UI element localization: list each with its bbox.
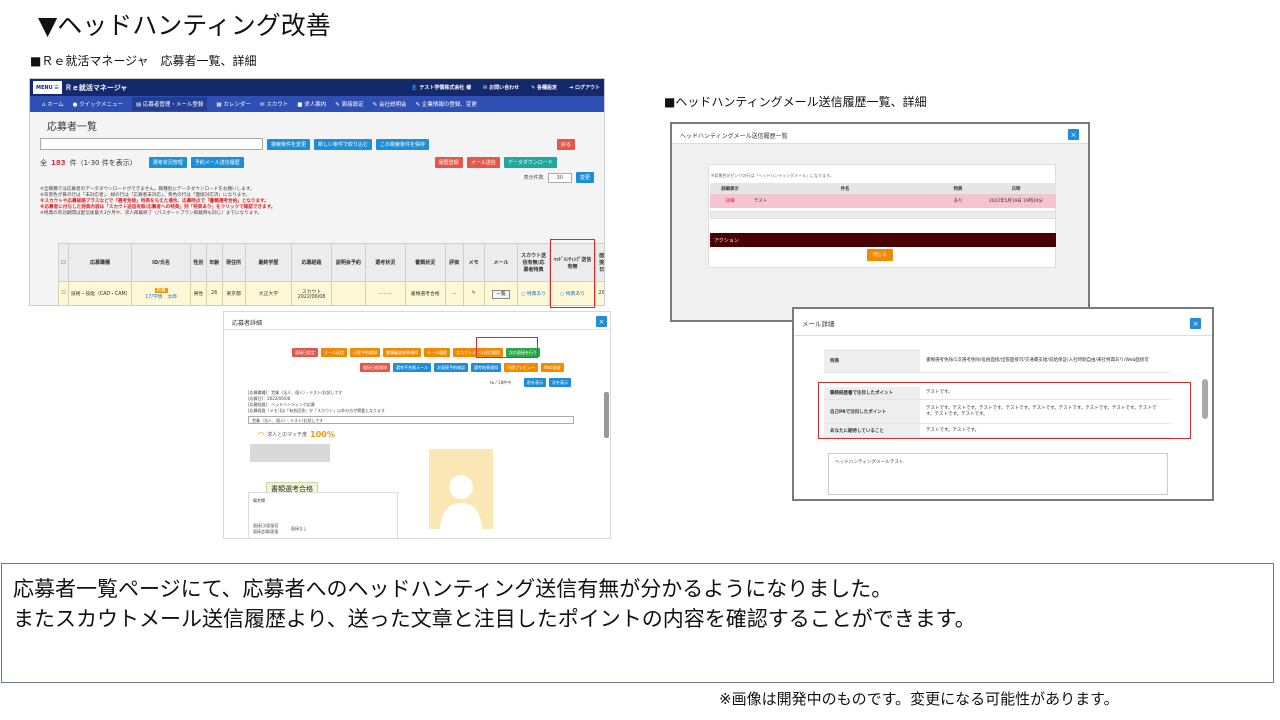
caption-line-1: 応募者一覧ページにて、応募者へのヘッドハンティング送信有無が分かるようになりまし…	[13, 577, 893, 601]
nav-quick-menu[interactable]: ● クイックメニュー	[73, 100, 123, 108]
table-header-row: ☐ 応募職種 ID/氏名 性別 年齢 現住所 最終学歴 応募経路 説明会予約 選…	[58, 243, 604, 282]
history-note: ※背景色がピンクの行は「ヘッドハンティングメール」になります。	[711, 173, 834, 178]
nav-seminar[interactable]: ✎ 会社説明会	[373, 100, 407, 108]
slide-title: ▼ヘッドハンティング改善	[38, 11, 331, 40]
select-all-checkbox[interactable]: ☐	[58, 243, 69, 282]
nav-calendar[interactable]: ▦ カレンダー	[216, 100, 250, 108]
detail-memo: [応募職種]：営業（法人、個人）・テスト/お試しです [応募日]：2022/06…	[248, 390, 385, 413]
page-title: 応募者一覧	[47, 122, 97, 133]
applicant-table: ☐ 応募職種 ID/氏名 性別 年齢 現住所 最終学歴 応募経路 説明会予約 選…	[58, 243, 604, 305]
row-checkbox[interactable]: ☐	[58, 281, 69, 305]
close-icon[interactable]: ×	[596, 316, 607, 327]
new-search-button[interactable]: 新しい条件で絞り込む	[314, 138, 373, 150]
menu-button[interactable]: MENU ☰	[33, 81, 62, 94]
headhunting-history-screenshot: ヘッドハンティングメール送信履歴一覧 × ※背景色がピンクの行は「ヘッドハンティ…	[670, 122, 1090, 322]
history-title: ヘッドハンティングメール送信履歴一覧	[672, 124, 1088, 144]
table-row[interactable]: ☐ 技術・技能（CAD・CAM） 新着 17/学情 太郎 男性 26 東京都 大正…	[58, 281, 604, 305]
mail-list-button[interactable]: 一覧	[492, 290, 510, 299]
scout-benefit-link[interactable]: ○ 特典あり	[517, 281, 550, 305]
detail-buttons-row2: 面接日程通知 選考不合格メール 次面接予約確認 選考結果通知 日程プレビュー W…	[360, 363, 564, 372]
logout-link[interactable]: ⇥ ログアウト	[569, 84, 600, 91]
horizontal-scrollbar[interactable]	[710, 211, 1056, 219]
top-bar: MENU ☰ Ｒｅ就活マネージャ 👤 テスト学情株式会社 様 ✉ お問い合わせ …	[30, 79, 604, 96]
mail-scrollbar[interactable]	[1202, 379, 1208, 419]
nav-applicant-management[interactable]: ▤ 応募者管理・メール登録	[131, 97, 208, 111]
save-search-button[interactable]: この検索条件を保存	[376, 138, 430, 150]
highlight-headhunting-column	[550, 239, 595, 308]
mail-body-textarea[interactable]: ヘッドハンティングメールテスト	[828, 453, 1168, 495]
nav-company-info[interactable]: ✎ 企業情報の登録、変更	[415, 100, 476, 108]
history-table: 詳細表示 件名 特典 日時 詳細 テスト あり 2022年5月19日 19時24…	[710, 183, 1056, 208]
nav-home[interactable]: ⌂ ホーム	[42, 100, 64, 108]
applicant-list-screenshot: MENU ☰ Ｒｅ就活マネージャ 👤 テスト学情株式会社 様 ✉ お問い合わせ …	[29, 78, 605, 306]
pager-text: № / 18件中	[490, 380, 512, 385]
change-search-button[interactable]: 検索条件を変更	[267, 138, 311, 150]
match-arc-icon: ◜◝	[258, 430, 265, 439]
per-page-row: 表示件数 30 変更	[40, 172, 594, 183]
applicant-detail-screenshot: 応募者詳細 × 面接日設定 メール送信 日程予約通知 書類審査結果通知 メール履…	[223, 311, 611, 539]
user-name: 👤 テスト学情株式会社 様	[411, 85, 472, 91]
selection-status-button[interactable]: 選考状況管理	[148, 157, 187, 168]
close-icon[interactable]: ×	[1068, 129, 1079, 140]
mail-detail-title: メール詳細	[794, 309, 1212, 336]
history-header-row: 詳細表示 件名 特典 日時	[710, 183, 1056, 194]
detail-scrollbar[interactable]	[604, 392, 609, 438]
back-button[interactable]: 戻る	[557, 138, 576, 150]
highlight-attention-points	[818, 382, 1191, 439]
per-page-select[interactable]: 30	[547, 172, 572, 183]
close-button[interactable]: 閉じる	[867, 249, 893, 261]
avatar	[429, 449, 493, 529]
action-bar: アクション	[710, 233, 1056, 247]
next-button[interactable]: 次を表示	[549, 378, 571, 387]
caption-box: 応募者一覧ページにて、応募者へのヘッドハンティング送信有無が分かるようになりまし…	[1, 563, 1274, 683]
apply-per-page-button[interactable]: 変更	[575, 172, 594, 183]
footnote: ※画像は開発中のものです。変更になる可能性があります。	[719, 690, 1119, 708]
result-count: 183	[51, 158, 66, 167]
match-meter: ◜◝ 求人とのマッチ度 100%	[258, 430, 335, 439]
job-select[interactable]: 営業（法人、個人）・テスト/お試しです	[248, 416, 574, 424]
prev-button[interactable]: 前を表示	[524, 378, 546, 387]
settings-link[interactable]: ✎ 各種設定	[531, 84, 557, 91]
nav-scout[interactable]: ✉ スカウト	[260, 100, 288, 108]
caption-line-2: またスカウトメール送信履歴より、送った文章と注目したポイントの内容を確認すること…	[13, 607, 976, 631]
highlight-scout-history-button	[476, 337, 538, 358]
detail-buttons-row3: 前を表示 次を表示	[524, 378, 571, 387]
send-mail-button[interactable]: メール送信	[466, 157, 500, 168]
main-nav: ⌂ ホーム ● クイックメニュー ▤ 応募者管理・メール登録 ▦ カレンダー ✉…	[30, 96, 604, 112]
brand-logo: Ｒｅ就活マネージャ	[64, 83, 128, 92]
redacted-name-bar	[250, 444, 330, 462]
memo-icon[interactable]: ✎	[462, 281, 485, 305]
nav-job-guide[interactable]: ■ 求人案内	[297, 100, 326, 108]
new-badge: 新着	[154, 288, 168, 293]
detail-form: 備考欄 面接日/面接官 面接会場/面接 面接なし	[248, 492, 398, 538]
applicant-name-link[interactable]: 17/学情 太郎	[145, 295, 177, 300]
section-label-applicant-list: ■Ｒｅ就活マネージャ 応募者一覧、詳細	[30, 54, 257, 68]
history-register-button[interactable]: 履歴登録	[434, 157, 463, 168]
notes: ※全職種では応募者のデータダウンロードができません。職種別にデータダウンロードを…	[40, 187, 276, 216]
search-row: 検索条件を変更 新しい条件で絞り込む この検索条件を保存 戻る	[40, 138, 594, 150]
table-row[interactable]: 詳細 テスト あり 2022年5月19日 19時24分	[710, 194, 1056, 208]
reserve-mail-history-button[interactable]: 予約メール送信履歴	[190, 157, 244, 168]
benefit-row: 特典 書類選考免除/1次選考免除/役員面接/出張面接可/交通費支給/前給保証/入…	[824, 349, 1170, 373]
person-silhouette-icon	[440, 475, 482, 529]
contact-link[interactable]: ✉ お問い合わせ	[483, 84, 519, 91]
nav-interview[interactable]: ✎ 面接設定	[335, 100, 363, 108]
result-count-row: 全 183 件（1-30 件を表示） 選考状況管理 予約メール送信履歴 履歴登録…	[40, 157, 594, 168]
detail-title: 応募者詳細	[224, 312, 610, 330]
close-icon[interactable]: ×	[1190, 318, 1201, 329]
data-download-button[interactable]: データダウンロード	[503, 157, 557, 168]
section-label-headhunting-history: ■ヘッドハンティングメール送信履歴一覧、詳細	[664, 95, 927, 109]
detail-link[interactable]: 詳細	[710, 194, 750, 208]
search-input[interactable]	[40, 138, 263, 150]
